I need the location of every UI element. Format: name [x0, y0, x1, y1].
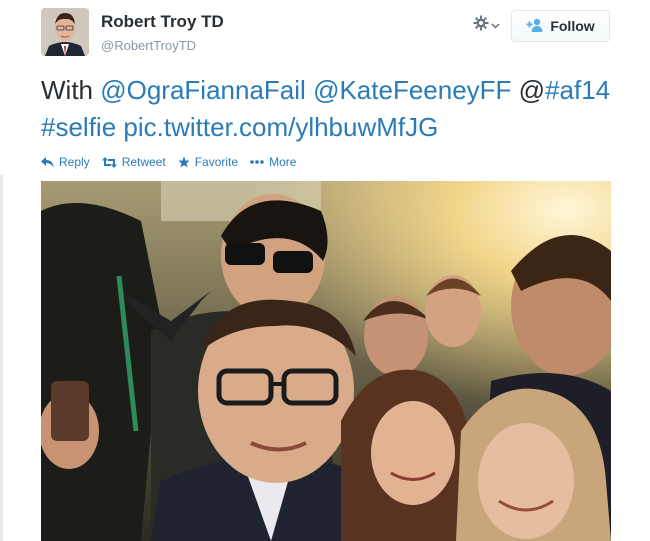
reply-icon — [41, 156, 54, 168]
gear-icon — [473, 15, 489, 36]
favorite-label: Favorite — [194, 155, 239, 169]
favorite-button[interactable]: Favorite — [177, 155, 239, 169]
user-actions-dropdown[interactable] — [473, 13, 500, 37]
pic-link[interactable]: pic.twitter.com/ylhbuwMfJG — [123, 112, 438, 142]
retweet-label: Retweet — [121, 155, 166, 169]
mention-ogra-fianna-fail[interactable]: @OgraFiannaFail — [100, 75, 306, 105]
chevron-down-icon — [491, 16, 500, 34]
reply-button[interactable]: Reply — [41, 155, 90, 169]
profile-handle[interactable]: @RobertTroyTD — [101, 38, 196, 53]
retweet-button[interactable]: Retweet — [101, 155, 166, 169]
avatar[interactable] — [41, 8, 89, 56]
follow-button[interactable]: Follow — [511, 10, 610, 42]
reply-label: Reply — [59, 155, 90, 169]
tweet-prefix: With — [41, 75, 101, 105]
mention-kate-feeney[interactable]: @KateFeeneyFF — [313, 75, 511, 105]
star-icon — [177, 156, 190, 168]
tweet-text: With @OgraFiannaFail @KateFeeneyFF @#af1… — [41, 72, 641, 146]
tweet-photo[interactable] — [41, 181, 611, 541]
profile-name[interactable]: Robert Troy TD — [101, 12, 224, 32]
tweet-actions: Reply Retweet Favorite More — [41, 152, 296, 172]
follow-label: Follow — [550, 18, 595, 34]
at-sign: @ — [518, 75, 546, 105]
selfie-photo-image — [41, 181, 611, 541]
avatar-image — [41, 8, 89, 56]
retweet-icon — [101, 156, 117, 168]
more-label: More — [269, 155, 297, 169]
more-dots-icon — [250, 160, 264, 164]
more-button[interactable]: More — [250, 155, 296, 169]
hashtag-selfie[interactable]: #selfie — [41, 112, 116, 142]
add-user-icon — [526, 18, 544, 35]
left-edge-accent — [0, 175, 3, 541]
hashtag-af14[interactable]: #af14 — [545, 75, 610, 105]
